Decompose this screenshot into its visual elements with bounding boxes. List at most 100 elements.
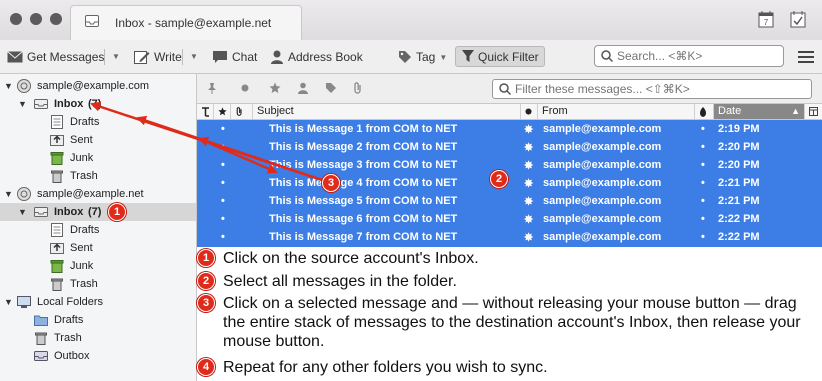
sent-icon	[50, 243, 64, 254]
filter-messages-input[interactable]	[515, 82, 795, 96]
folder-drafts-local[interactable]: Drafts	[0, 311, 196, 329]
calendar-icon[interactable]: 7	[758, 10, 774, 28]
filter-messages-box[interactable]	[492, 79, 812, 99]
account-local-folders[interactable]: ▼ Local Folders	[0, 293, 196, 311]
annotation-badge-1: 1	[108, 203, 126, 221]
folder-sent-com[interactable]: Sent	[0, 131, 196, 149]
write-dropdown-icon[interactable]: ▼	[190, 52, 198, 61]
step-number-badge: 2	[197, 272, 215, 290]
subject-column-header[interactable]: Subject	[253, 104, 521, 119]
message-subject: This is Message 3 from COM to NET	[269, 159, 458, 171]
tasks-icon[interactable]	[790, 10, 806, 28]
folder-drafts-net[interactable]: Drafts	[0, 221, 196, 239]
folder-trash-net[interactable]: Trash	[0, 275, 196, 293]
expand-triangle-icon[interactable]: ▼	[4, 297, 13, 307]
tag-filter-icon[interactable]	[325, 82, 337, 94]
folder-drafts-com[interactable]: Drafts	[0, 113, 196, 131]
folder-inbox-net[interactable]: ▼ Inbox (7)	[0, 203, 196, 221]
menu-icon[interactable]	[798, 50, 814, 64]
chat-button[interactable]: Chat	[212, 48, 257, 66]
search-input[interactable]	[617, 49, 767, 63]
folder-label: Sent	[70, 134, 93, 146]
instructions-panel: 1 Click on the source account's Inbox. 2…	[197, 247, 822, 381]
star-icon	[218, 107, 227, 116]
message-row[interactable]: • This is Message 2 from COM to NET ✸ sampl…	[197, 138, 822, 156]
trash-icon	[51, 170, 63, 183]
quick-filter-button[interactable]: Quick Filter	[455, 46, 545, 67]
star-filter-icon[interactable]	[269, 82, 281, 94]
folder-inbox-com[interactable]: ▼ Inbox (7)	[0, 95, 196, 113]
folder-junk-com[interactable]: Junk	[0, 149, 196, 167]
folder-outbox-local[interactable]: Outbox	[0, 347, 196, 365]
column-picker[interactable]	[805, 104, 822, 119]
envelope-icon	[7, 51, 23, 63]
status-sun-icon: ✸	[524, 142, 534, 154]
unread-filter-icon[interactable]	[239, 82, 251, 94]
attachment-column-header[interactable]	[231, 104, 253, 119]
tag-button[interactable]: Tag ▼	[398, 48, 447, 66]
toolbar-divider	[182, 49, 183, 65]
message-from: sample@example.com	[543, 213, 662, 225]
attachment-filter-icon[interactable]	[352, 82, 364, 94]
trash-icon	[35, 332, 47, 345]
annotation-badge-3: 3	[322, 174, 340, 192]
instruction-step-4: 4 Repeat for any other folders you wish …	[197, 358, 818, 377]
starred-column-header[interactable]	[214, 104, 231, 119]
account-sample-example-com[interactable]: ▼ sample@example.com	[0, 77, 196, 95]
get-messages-dropdown-icon[interactable]: ▼	[112, 52, 120, 61]
message-from: sample@example.com	[543, 231, 662, 243]
message-row[interactable]: • This is Message 6 from COM to NET ✸ sampl…	[197, 210, 822, 228]
message-date: 2:22 PM	[718, 231, 760, 243]
folder-trash-com[interactable]: Trash	[0, 167, 196, 185]
close-window-button[interactable]	[10, 13, 22, 25]
unread-dot-icon: •	[221, 159, 225, 171]
message-row[interactable]: • This is Message 4 from COM to NET ✸ sampl…	[197, 174, 822, 192]
junk-dot-icon: •	[701, 141, 705, 153]
junk-dot-icon: •	[701, 213, 705, 225]
junk-icon	[50, 152, 64, 165]
account-icon	[17, 79, 31, 93]
inbox-unread-count: (7)	[88, 206, 102, 218]
step-text: Select all messages in the folder.	[223, 273, 457, 290]
folder-trash-local[interactable]: Trash	[0, 329, 196, 347]
message-subject: This is Message 2 from COM to NET	[269, 141, 458, 153]
tab-inbox[interactable]: Inbox - sample@example.net	[70, 5, 302, 40]
quick-filter-bar	[197, 74, 822, 104]
inbox-unread-count: (7)	[88, 98, 102, 110]
folder-sent-net[interactable]: Sent	[0, 239, 196, 257]
contact-filter-icon[interactable]	[297, 82, 309, 94]
global-search-box[interactable]	[594, 45, 784, 67]
thread-column-header[interactable]	[197, 104, 214, 119]
read-column-header[interactable]	[521, 104, 538, 119]
get-messages-button[interactable]: Get Messages	[7, 48, 104, 66]
junk-dot-icon: •	[701, 177, 705, 189]
zoom-window-button[interactable]	[50, 13, 62, 25]
message-row[interactable]: • This is Message 3 from COM to NET ✸ sampl…	[197, 156, 822, 174]
expand-triangle-icon[interactable]: ▼	[18, 207, 27, 217]
folder-junk-net[interactable]: Junk	[0, 257, 196, 275]
address-book-button[interactable]: Address Book	[270, 48, 363, 66]
message-list[interactable]: • This is Message 1 from COM to NET ✸ sampl…	[197, 120, 822, 247]
chat-bubble-icon	[213, 51, 227, 63]
column-picker-icon	[809, 107, 818, 116]
funnel-icon	[462, 50, 474, 62]
message-subject: This is Message 7 from COM to NET	[269, 231, 458, 243]
pin-icon[interactable]	[206, 82, 218, 94]
write-button[interactable]: Write	[134, 48, 182, 66]
from-column-header[interactable]: From	[538, 104, 695, 119]
expand-triangle-icon[interactable]: ▼	[18, 99, 27, 109]
message-date: 2:19 PM	[718, 123, 760, 135]
title-bar: Inbox - sample@example.net 7	[0, 0, 822, 40]
account-name: sample@example.com	[37, 80, 150, 92]
message-row[interactable]: • This is Message 5 from COM to NET ✸ sampl…	[197, 192, 822, 210]
date-column-header[interactable]: Date ▲	[714, 104, 805, 119]
message-row[interactable]: • This is Message 7 from COM to NET ✸ sampl…	[197, 228, 822, 246]
expand-triangle-icon[interactable]: ▼	[4, 81, 13, 91]
inbox-icon	[34, 207, 48, 217]
main-toolbar: Get Messages ▼ Write ▼ Chat Address Book…	[0, 40, 822, 74]
junk-column-header[interactable]	[695, 104, 714, 119]
message-row[interactable]: • This is Message 1 from COM to NET ✸ sampl…	[197, 120, 822, 138]
account-sample-example-net[interactable]: ▼ sample@example.net	[0, 185, 196, 203]
expand-triangle-icon[interactable]: ▼	[4, 189, 13, 199]
minimize-window-button[interactable]	[30, 13, 42, 25]
